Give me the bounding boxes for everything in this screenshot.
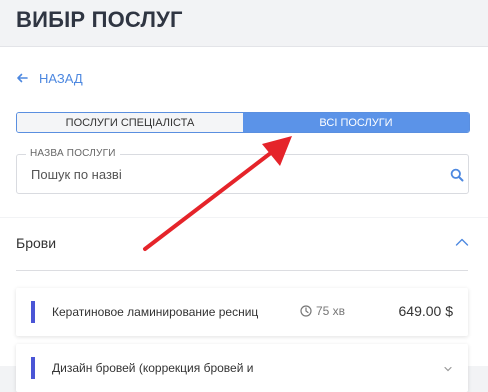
tab-all-services[interactable]: ВСІ ПОСЛУГИ <box>243 113 469 132</box>
search-icon[interactable] <box>450 168 464 182</box>
service-name: Дизайн бровей (коррекция бровей и <box>52 361 254 375</box>
service-marker <box>31 301 35 323</box>
divider <box>16 270 468 271</box>
service-item[interactable]: Кератиновое ламинирование ресниц 75 хв 6… <box>16 288 468 336</box>
service-price: 649.00 $ <box>398 303 454 319</box>
category-title[interactable]: Брови <box>16 235 56 251</box>
category-section: Брови Кератиновое ламинирование ресниц 7… <box>0 218 488 392</box>
tab-specialist-services[interactable]: ПОСЛУГИ СПЕЦІАЛІСТА <box>17 113 243 132</box>
service-item[interactable]: Дизайн бровей (коррекция бровей и <box>16 344 468 392</box>
filter-panel: НАЗАД ПОСЛУГИ СПЕЦІАЛІСТА ВСІ ПОСЛУГИ НА… <box>0 47 488 217</box>
service-duration: 75 хв <box>300 304 345 318</box>
service-name-label: НАЗВА ПОСЛУГИ <box>26 148 120 159</box>
service-duration-value: 75 хв <box>316 304 346 318</box>
back-label: НАЗАД <box>39 70 83 86</box>
clock-icon <box>300 305 312 317</box>
arrow-left-icon <box>17 73 28 83</box>
service-name: Кератиновое ламинирование ресниц <box>52 305 259 319</box>
service-marker <box>31 357 35 379</box>
services-tab-switch: ПОСЛУГИ СПЕЦІАЛІСТА ВСІ ПОСЛУГИ <box>16 112 470 133</box>
back-button[interactable]: НАЗАД <box>16 69 83 87</box>
page-header: ВИБІР ПОСЛУГ <box>0 0 488 47</box>
search-input[interactable] <box>31 164 431 184</box>
chevron-up-icon[interactable] <box>455 237 469 247</box>
service-name-field: НАЗВА ПОСЛУГИ <box>16 148 469 194</box>
chevron-down-icon <box>444 366 452 372</box>
page-title: ВИБІР ПОСЛУГ <box>16 7 183 32</box>
